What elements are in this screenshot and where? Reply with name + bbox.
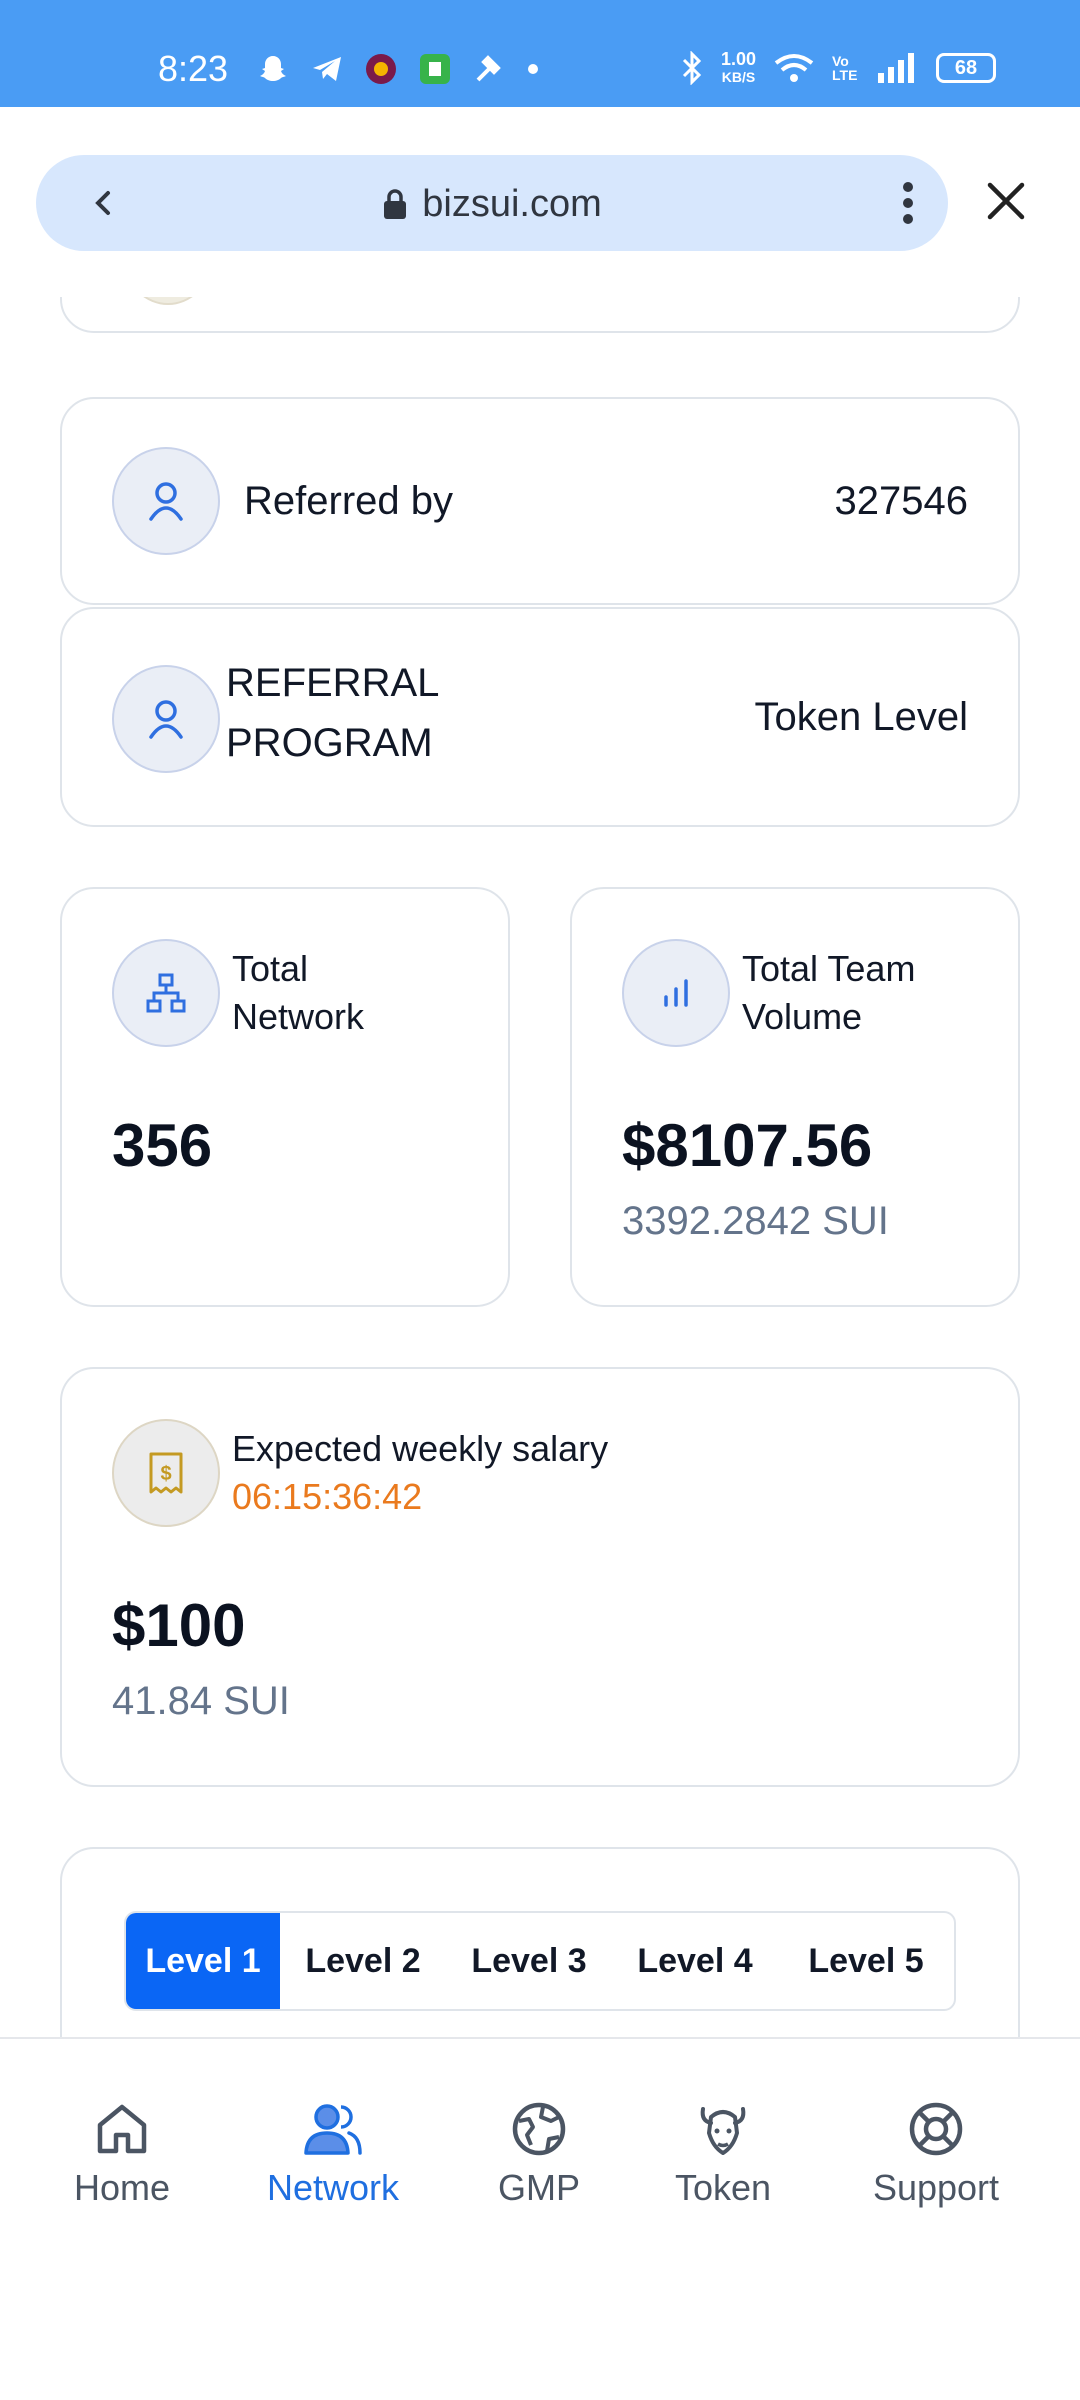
team-volume-label-2: Volume xyxy=(742,996,863,1037)
telegram-icon xyxy=(313,57,341,81)
user-icon-wrap xyxy=(112,447,220,555)
referral-program-label-2: PROGRAM xyxy=(226,721,433,765)
total-network-label-1: Total xyxy=(232,948,309,989)
weekly-salary-sui: 41.84 SUI xyxy=(112,1679,290,1723)
battery-indicator: 68 xyxy=(936,53,996,83)
level-tabs: Level 1 Level 2 Level 3 Level 4 Level 5 xyxy=(124,1911,956,2011)
user-icon-wrap xyxy=(112,665,220,773)
team-volume-sui: 3392.2842 SUI xyxy=(622,1199,889,1243)
signal-icon xyxy=(878,53,914,83)
network-icon xyxy=(146,973,186,1013)
bluetooth-icon xyxy=(682,51,702,85)
nav-support-label: Support xyxy=(872,2167,1000,2208)
tool-icon xyxy=(476,55,501,82)
net-speed-unit: KB/S xyxy=(721,69,756,85)
url-display[interactable]: bizsui.com xyxy=(36,183,948,226)
lifebuoy-icon xyxy=(909,2102,963,2156)
home-icon xyxy=(97,2104,147,2154)
wifi-icon xyxy=(774,54,814,82)
url-text: bizsui.com xyxy=(422,183,602,225)
nav-network[interactable]: Network xyxy=(243,2099,423,2209)
referral-program-card[interactable]: REFERRAL PROGRAM Token Level xyxy=(60,607,1020,827)
tab-level-4[interactable]: Level 4 xyxy=(612,1913,778,2009)
total-network-value: 356 xyxy=(112,1112,213,1179)
weekly-salary-label: Expected weekly salary xyxy=(232,1428,609,1469)
close-icon[interactable] xyxy=(984,179,1028,223)
network-icon-wrap xyxy=(112,939,220,1047)
net-speed-value: 1.00 xyxy=(720,49,756,69)
more-vert-icon[interactable] xyxy=(902,181,914,225)
nav-gmp-label: GMP xyxy=(497,2167,580,2208)
avatar-partial xyxy=(126,297,210,305)
address-bar[interactable]: bizsui.com xyxy=(36,155,948,251)
weekly-salary-card: $ Expected weekly salary 06:15:36:42 $10… xyxy=(60,1367,1020,1787)
weekly-salary-timer: 06:15:36:42 xyxy=(232,1476,423,1517)
snapchat-icon xyxy=(260,56,286,81)
nav-gmp[interactable]: GMP xyxy=(449,2099,629,2209)
referral-program-label-1: REFERRAL xyxy=(226,661,440,705)
globe-icon xyxy=(512,2102,566,2156)
bar-chart-icon xyxy=(664,979,688,1007)
receipt-icon-wrap: $ xyxy=(112,1419,220,1527)
users-icon xyxy=(304,2104,362,2155)
referred-by-card: Referred by 327546 xyxy=(60,397,1020,605)
referral-program-value: Token Level xyxy=(754,695,968,739)
user-icon xyxy=(149,482,183,521)
browser-toolbar: bizsui.com xyxy=(0,107,1080,297)
total-team-volume-card: Total Team Volume $8107.56 3392.2842 SUI xyxy=(570,887,1020,1307)
team-volume-label-1: Total Team xyxy=(742,948,916,989)
user-icon xyxy=(149,700,183,739)
status-bar: 8:23 1.00 KB/S Vo LTE 68 xyxy=(0,0,1080,107)
nav-home-label: Home xyxy=(73,2167,171,2208)
lock-icon xyxy=(384,189,407,219)
nav-network-label: Network xyxy=(266,2167,400,2208)
total-network-card: Total Network 356 xyxy=(60,887,510,1307)
bar-chart-icon-wrap xyxy=(622,939,730,1047)
referred-by-value: 327546 xyxy=(834,479,968,523)
tab-level-5[interactable]: Level 5 xyxy=(778,1913,954,2009)
svg-text:$: $ xyxy=(160,1463,171,1485)
tab-level-1[interactable]: Level 1 xyxy=(126,1913,280,2009)
receipt-dollar-icon: $ xyxy=(149,1452,183,1494)
tab-level-3[interactable]: Level 3 xyxy=(446,1913,612,2009)
app-green-icon xyxy=(420,54,450,84)
nav-support[interactable]: Support xyxy=(846,2099,1026,2209)
team-volume-value: $8107.56 xyxy=(622,1112,873,1179)
bottom-nav: Home Network GMP Token Support xyxy=(0,2037,1080,2400)
profile-card-partial xyxy=(60,297,1020,333)
nav-token-label: Token xyxy=(674,2167,772,2208)
dot-icon xyxy=(528,64,538,74)
page-content[interactable]: Referred by 327546 REFERRAL PROGRAM Toke… xyxy=(0,297,1080,2037)
total-network-label-2: Network xyxy=(232,996,365,1037)
referred-by-label: Referred by xyxy=(244,479,453,523)
bison-icon xyxy=(700,2107,746,2155)
notification-icons xyxy=(256,52,540,86)
levels-card: Level 1 Level 2 Level 3 Level 4 Level 5 xyxy=(60,1847,1020,2037)
nav-home[interactable]: Home xyxy=(32,2099,212,2209)
app-red-icon xyxy=(366,54,396,84)
weekly-salary-value: $100 xyxy=(112,1592,246,1659)
system-icons: 1.00 KB/S Vo LTE 68 xyxy=(679,50,996,86)
net-speed: 1.00 KB/S xyxy=(721,50,756,86)
nav-token[interactable]: Token xyxy=(633,2099,813,2209)
status-time: 8:23 xyxy=(158,48,229,89)
tab-level-2[interactable]: Level 2 xyxy=(280,1913,446,2009)
volte-badge: Vo LTE xyxy=(832,53,858,83)
